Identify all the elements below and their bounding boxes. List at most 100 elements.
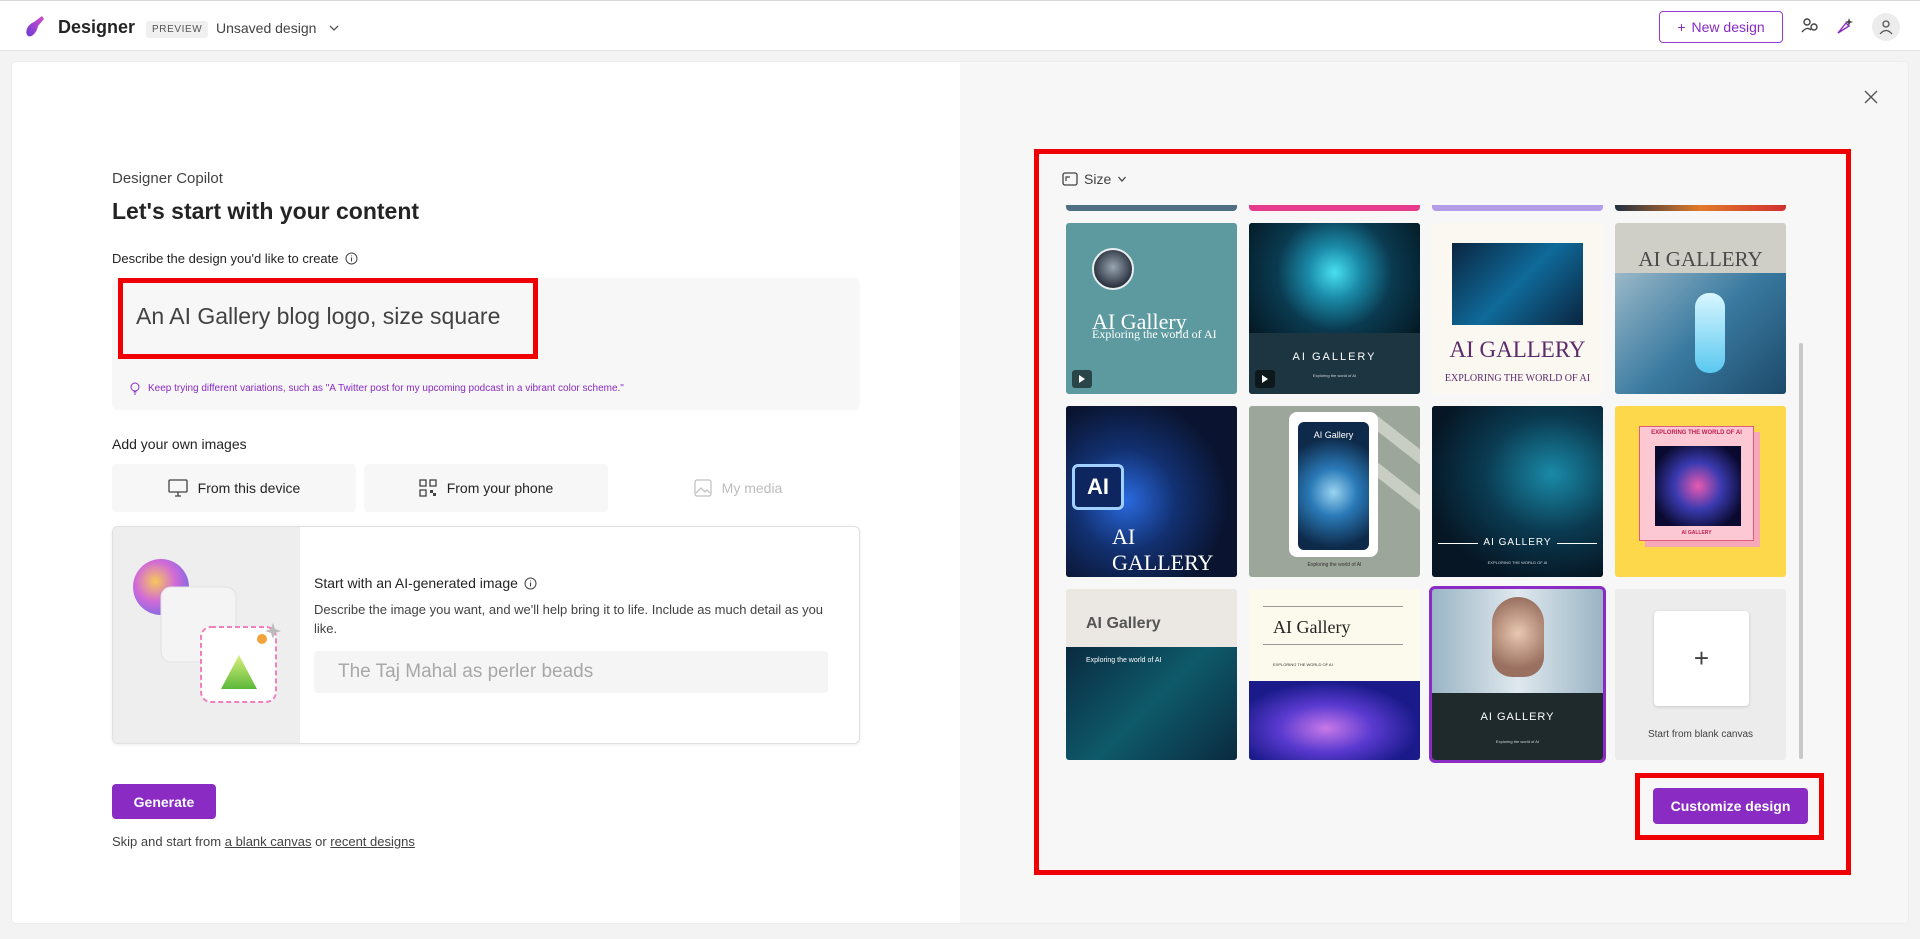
tile-subtitle: Exploring the world of AI <box>1086 657 1162 664</box>
template-tile-selected[interactable]: AI GALLERY Exploring the world of AI <box>1429 586 1606 763</box>
blank-canvas-link[interactable]: a blank canvas <box>225 834 312 849</box>
tile-title: EXPLORING THE WORLD OF AI <box>1651 430 1742 436</box>
qr-code-icon <box>419 479 437 497</box>
template-tile[interactable]: AI Gallery Exploring the world of AI <box>1066 589 1237 760</box>
tile-rule <box>1263 606 1403 607</box>
blank-canvas-tile[interactable]: + Start from blank canvas <box>1615 589 1786 760</box>
tile-title: AI GALLERY <box>1292 351 1377 363</box>
describe-label: Describe the design you'd like to create <box>112 251 358 266</box>
prompt-value: An AI Gallery blog logo, size square <box>136 303 501 329</box>
size-label: Size <box>1084 171 1112 187</box>
video-icon <box>1255 370 1275 388</box>
add-images-label: Add your own images <box>112 436 247 452</box>
tile-title: AI GALLERY <box>1112 524 1214 575</box>
customize-design-button[interactable]: Customize design <box>1653 788 1808 824</box>
tile-subtitle: AI GALLERY <box>1681 530 1712 536</box>
tile-subtitle: Exploring the world of AI <box>1495 739 1540 744</box>
template-tile[interactable]: AI GALLERY EXPLORING THE WORLD OF AI <box>1432 406 1603 577</box>
info-icon[interactable] <box>345 252 358 265</box>
tile-image <box>1655 446 1741 526</box>
tile-title: AI GALLERY <box>1483 537 1552 548</box>
plus-icon: + <box>1677 19 1686 35</box>
tile-title: AI GALLERY <box>1449 337 1586 362</box>
my-media-label: My media <box>721 480 783 496</box>
user-icon <box>1879 20 1893 35</box>
template-tile-partial[interactable] <box>1249 205 1420 211</box>
tile-title: AI Gallery <box>1313 430 1354 440</box>
share-people-icon[interactable] <box>1799 15 1821 37</box>
image-icon <box>694 479 712 497</box>
template-tile[interactable]: AI GALLERY <box>1615 223 1786 394</box>
new-design-label: New design <box>1691 19 1765 35</box>
template-tile[interactable]: AI Gallery Exploring the world of AI <box>1249 406 1420 577</box>
ai-image-title-text: Start with an AI-generated image <box>314 575 518 591</box>
template-tile[interactable]: EXPLORING THE WORLD OF AI AI GALLERY <box>1615 406 1786 577</box>
tile-image <box>1432 406 1603 577</box>
lightbulb-icon <box>130 382 140 395</box>
tile-emblem: AI <box>1072 464 1124 510</box>
tile-subtitle: EXPLORING THE WORLD OF AI <box>1273 662 1333 667</box>
avatar[interactable] <box>1872 13 1900 41</box>
top-bar: Designer PREVIEW Unsaved design + New de… <box>0 0 1920 51</box>
skip-prefix: Skip and start from <box>112 834 222 849</box>
monitor-icon <box>167 479 188 497</box>
ai-image-title: Start with an AI-generated image <box>314 575 537 591</box>
from-phone-label: From your phone <box>446 480 554 496</box>
template-tile[interactable]: AI Gallery Exploring the world of AI <box>1066 223 1237 394</box>
template-tile[interactable]: AI Gallery EXPLORING THE WORLD OF AI <box>1249 589 1420 760</box>
describe-label-text: Describe the design you'd like to create <box>112 251 339 266</box>
chevron-down-icon[interactable] <box>328 22 340 34</box>
tile-subtitle: Exploring the world of AI <box>1307 562 1362 568</box>
app-name: Designer <box>58 17 136 37</box>
size-dropdown[interactable]: Size <box>1062 171 1127 187</box>
my-media-button: My media <box>616 464 860 512</box>
ai-image-description: Describe the image you want, and we'll h… <box>314 602 824 636</box>
tile-image <box>1298 422 1369 550</box>
info-icon[interactable] <box>524 577 537 590</box>
video-icon <box>1072 370 1092 388</box>
tile-figure <box>1695 293 1725 373</box>
tile-image <box>1452 243 1583 325</box>
tile-face <box>1492 597 1544 677</box>
resize-icon <box>1062 172 1078 186</box>
template-tile[interactable]: AI AI GALLERY <box>1066 406 1237 577</box>
template-tile-partial[interactable] <box>1066 205 1237 211</box>
page-title: Let's start with your content <box>112 198 420 224</box>
ai-image-input[interactable]: The Taj Mahal as perler beads <box>314 651 828 693</box>
gallery-scrollbar[interactable] <box>1799 343 1803 759</box>
preview-badge: PREVIEW <box>146 21 209 38</box>
copilot-sparkle-icon[interactable] <box>1834 15 1856 37</box>
document-name[interactable]: Unsaved design <box>216 20 316 36</box>
tile-title: AI Gallery <box>1086 615 1161 632</box>
from-device-button[interactable]: From this device <box>112 464 356 512</box>
ai-stack-illustration-icon <box>133 559 281 703</box>
tile-rule <box>1263 644 1403 645</box>
blank-canvas-label: Start from blank canvas <box>1647 729 1754 740</box>
plus-icon: + <box>1654 611 1749 706</box>
new-design-button[interactable]: + New design <box>1659 11 1783 43</box>
skip-line: Skip and start from a blank canvas or re… <box>112 834 415 849</box>
tile-image <box>1249 681 1420 760</box>
tile-title: AI Gallery <box>1273 617 1351 637</box>
template-tile-partial[interactable] <box>1615 205 1786 211</box>
tile-subtitle: EXPLORING THE WORLD OF AI <box>1444 373 1591 384</box>
prompt-hint: Keep trying different variations, such a… <box>130 382 624 395</box>
tile-title: AI GALLERY <box>1638 247 1763 271</box>
prompt-hint-text: Keep trying different variations, such a… <box>148 383 624 394</box>
skip-or: or <box>315 834 327 849</box>
close-icon[interactable] <box>1862 88 1880 106</box>
ai-image-illustration <box>113 527 300 743</box>
template-tile-partial[interactable] <box>1432 205 1603 211</box>
recent-designs-link[interactable]: recent designs <box>330 834 415 849</box>
chevron-down-icon <box>1118 176 1127 182</box>
tile-image <box>1249 223 1420 333</box>
tile-subtitle: EXPLORING THE WORLD OF AI <box>1487 560 1548 565</box>
generate-button[interactable]: Generate <box>112 784 216 819</box>
designer-logo-icon <box>26 16 44 37</box>
tile-emblem <box>1092 248 1134 290</box>
template-tile[interactable]: AI GALLERY EXPLORING THE WORLD OF AI <box>1432 223 1603 394</box>
template-tile[interactable]: AI GALLERY Exploring the world of AI <box>1249 223 1420 394</box>
copilot-label: Designer Copilot <box>112 170 223 187</box>
from-phone-button[interactable]: From your phone <box>364 464 608 512</box>
from-device-label: From this device <box>197 480 301 496</box>
